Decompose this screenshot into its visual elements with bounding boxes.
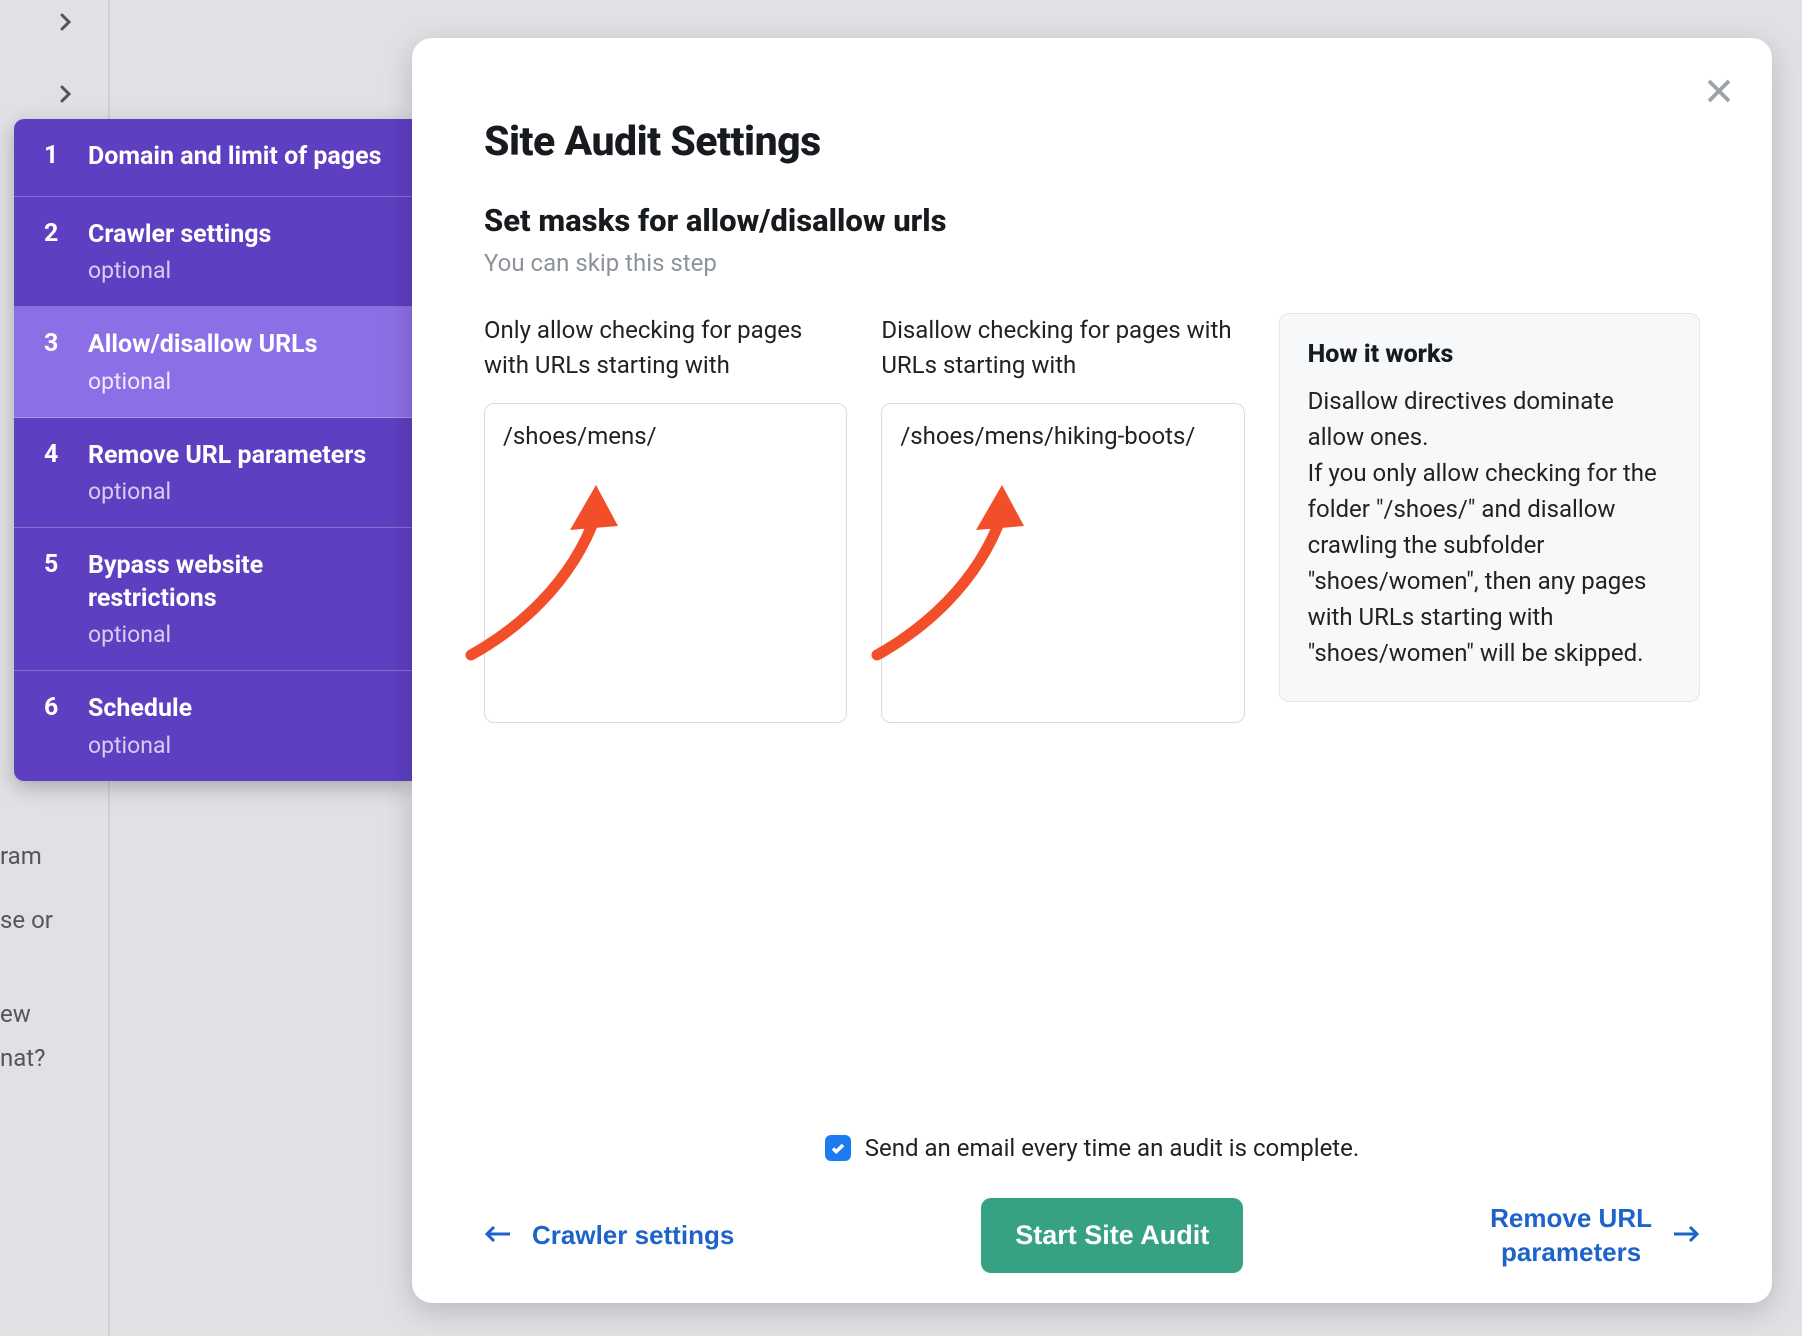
- step-title: Allow/disallow URLs: [88, 329, 317, 362]
- wizard-steps-sidebar: 1 Domain and limit of pages 2 Crawler se…: [14, 119, 412, 781]
- step-number: 4: [44, 440, 66, 469]
- info-paragraph: Disallow directives dominate allow ones.: [1308, 383, 1671, 455]
- step-remove-url-parameters[interactable]: 4 Remove URL parameters optional: [14, 418, 412, 529]
- bg-text: ew: [0, 1000, 31, 1029]
- modal-footer: Send an email every time an audit is com…: [484, 1104, 1700, 1273]
- how-it-works-panel: How it works Disallow directives dominat…: [1279, 313, 1700, 702]
- step-title: Bypass website restrictions: [88, 550, 384, 615]
- step-optional-label: optional: [88, 621, 384, 648]
- start-site-audit-button[interactable]: Start Site Audit: [981, 1198, 1243, 1273]
- step-number: 1: [44, 141, 66, 170]
- step-title: Remove URL parameters: [88, 440, 366, 473]
- next-button[interactable]: Remove URL parameters: [1490, 1202, 1700, 1270]
- step-optional-label: optional: [88, 368, 317, 395]
- step-optional-label: optional: [88, 478, 366, 505]
- modal-title: Site Audit Settings: [484, 118, 1700, 166]
- back-button[interactable]: Crawler settings: [484, 1220, 734, 1251]
- chevron-right-icon: [56, 10, 76, 39]
- step-optional-label: optional: [88, 732, 192, 759]
- step-number: 3: [44, 329, 66, 358]
- close-button[interactable]: [1704, 76, 1734, 110]
- step-crawler-settings[interactable]: 2 Crawler settings optional: [14, 197, 412, 308]
- email-checkbox-label: Send an email every time an audit is com…: [865, 1134, 1359, 1162]
- info-paragraph: If you only allow checking for the folde…: [1308, 455, 1671, 671]
- step-title: Crawler settings: [88, 219, 271, 252]
- allow-column: Only allow checking for pages with URLs …: [484, 313, 847, 723]
- arrow-left-icon: [484, 1220, 512, 1251]
- settings-modal: Site Audit Settings Set masks for allow/…: [412, 38, 1772, 1303]
- next-button-label: parameters: [1490, 1236, 1652, 1270]
- disallow-label: Disallow checking for pages with URLs st…: [881, 313, 1244, 385]
- back-button-label: Crawler settings: [532, 1220, 734, 1251]
- skip-hint: You can skip this step: [484, 249, 1700, 277]
- email-checkbox[interactable]: [825, 1135, 851, 1161]
- step-title: Schedule: [88, 693, 192, 726]
- step-allow-disallow-urls[interactable]: 3 Allow/disallow URLs optional: [14, 307, 412, 418]
- step-schedule[interactable]: 6 Schedule optional: [14, 671, 412, 781]
- section-title: Set masks for allow/disallow urls: [484, 202, 1700, 239]
- step-number: 5: [44, 550, 66, 579]
- step-number: 2: [44, 219, 66, 248]
- step-optional-label: optional: [88, 257, 271, 284]
- allow-urls-input[interactable]: [484, 403, 847, 723]
- step-domain-limit[interactable]: 1 Domain and limit of pages: [14, 119, 412, 197]
- bg-text: se or: [0, 906, 53, 935]
- step-title: Domain and limit of pages: [88, 141, 381, 174]
- step-number: 6: [44, 693, 66, 722]
- allow-label: Only allow checking for pages with URLs …: [484, 313, 847, 385]
- next-button-label: Remove URL: [1490, 1202, 1652, 1236]
- disallow-column: Disallow checking for pages with URLs st…: [881, 313, 1244, 723]
- step-bypass-restrictions[interactable]: 5 Bypass website restrictions optional: [14, 528, 412, 671]
- disallow-urls-input[interactable]: [881, 403, 1244, 723]
- bg-text: ram: [0, 842, 42, 871]
- chevron-right-icon: [56, 82, 76, 111]
- arrow-right-icon: [1672, 1220, 1700, 1251]
- info-title: How it works: [1308, 340, 1671, 369]
- bg-text: nat?: [0, 1044, 46, 1073]
